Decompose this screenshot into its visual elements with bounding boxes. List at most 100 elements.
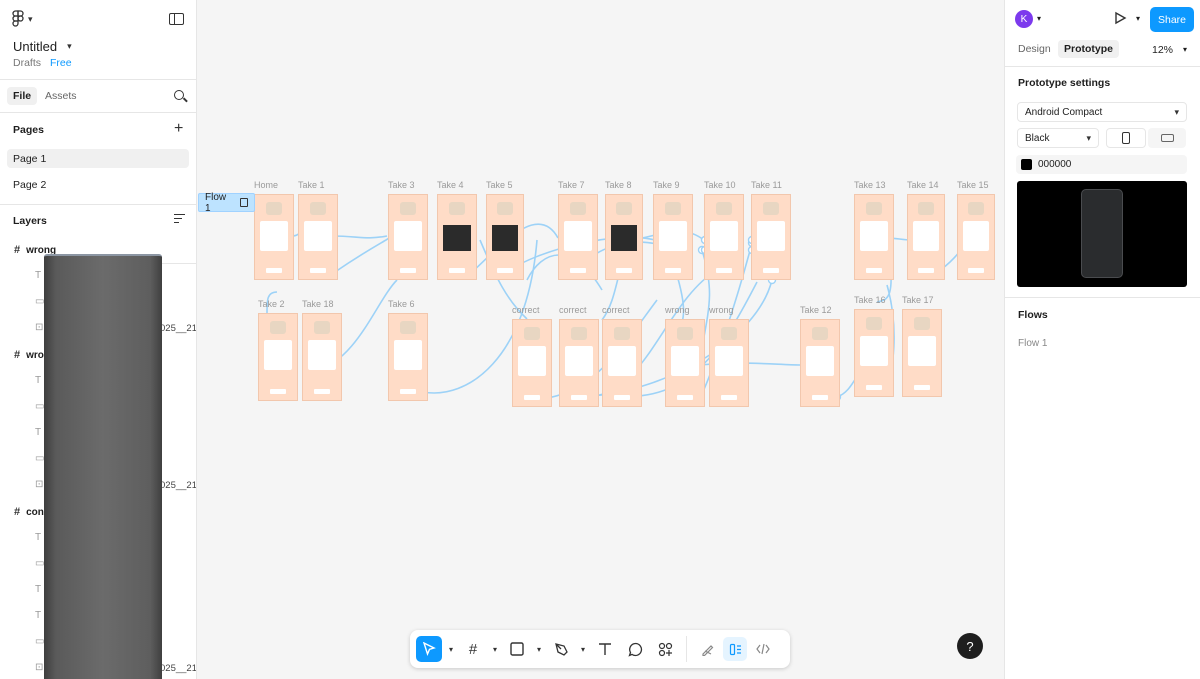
frame-label[interactable]: Take 3 (388, 180, 415, 190)
share-button[interactable]: Share (1150, 7, 1194, 32)
chevron-down-icon[interactable]: ▾ (446, 636, 456, 662)
connection-line[interactable] (334, 237, 390, 273)
frame-label[interactable]: Take 7 (558, 180, 585, 190)
tab-assets[interactable]: Assets (45, 90, 77, 102)
frame-label[interactable]: Take 15 (957, 180, 989, 190)
frame-label[interactable]: Take 1 (298, 180, 325, 190)
drafts-link[interactable]: Drafts (13, 57, 41, 69)
text-tool-button[interactable] (592, 636, 618, 662)
page-item-2[interactable]: Page 2 (7, 175, 189, 194)
frame-label[interactable]: Take 11 (751, 180, 782, 190)
layers-filter-icon[interactable] (174, 214, 185, 224)
canvas[interactable]: Home Take 1 Take 3 Take 4 Take 5 Take 7 Take 8… (197, 0, 1004, 679)
prototype-frame[interactable] (298, 194, 338, 280)
file-title[interactable]: Untitled ▾ (13, 39, 72, 54)
color-swatch[interactable] (1021, 159, 1032, 170)
layer-image-name[interactable]: 025__21. (160, 323, 196, 334)
comment-tool-button[interactable] (622, 636, 648, 662)
design-mode-button[interactable] (723, 637, 747, 661)
layer-image-name[interactable]: 025__21. (160, 663, 196, 674)
frame-label[interactable]: Take 12 (800, 305, 832, 315)
prototype-frame[interactable] (605, 194, 643, 280)
prototype-frame[interactable] (388, 194, 428, 280)
frame-label[interactable]: Take 10 (704, 180, 736, 190)
prototype-frame[interactable] (704, 194, 744, 280)
prototype-frame[interactable] (512, 319, 552, 407)
frame-label[interactable]: correct (602, 305, 630, 315)
shape-tool-button[interactable] (504, 636, 530, 662)
prototype-frame[interactable] (709, 319, 749, 407)
background-color-field[interactable]: 000000 (1016, 155, 1187, 174)
background-hex[interactable]: 000000 (1038, 159, 1071, 170)
prototype-frame[interactable] (437, 194, 477, 280)
flow-play-icon[interactable] (239, 198, 248, 207)
frame-label[interactable]: wrong (665, 305, 690, 315)
prototype-frame[interactable] (854, 309, 894, 397)
prototype-frame[interactable] (254, 194, 294, 280)
portrait-orientation-button[interactable] (1106, 128, 1146, 148)
chevron-down-icon[interactable]: ▾ (1136, 14, 1140, 23)
tab-design[interactable]: Design (1012, 40, 1057, 58)
layer-image-name[interactable]: 025__21. (160, 480, 196, 491)
chevron-down-icon[interactable]: ▾ (1037, 14, 1041, 23)
frame-label[interactable]: Take 6 (388, 299, 415, 309)
frame-label[interactable]: Take 18 (302, 299, 334, 309)
prototype-frame[interactable] (486, 194, 524, 280)
frame-label[interactable]: Take 4 (437, 180, 464, 190)
plan-badge[interactable]: Free (50, 57, 72, 69)
search-icon[interactable] (174, 90, 184, 100)
chevron-down-icon[interactable]: ▾ (578, 636, 588, 662)
frame-tool-button[interactable]: # (460, 636, 486, 662)
prototype-frame[interactable] (388, 313, 428, 401)
prototype-frame[interactable] (665, 319, 705, 407)
avatar[interactable]: K (1015, 10, 1033, 28)
device-select[interactable]: Android Compact ▾ (1017, 102, 1187, 122)
layer-frame-correct[interactable]: # con (14, 506, 44, 518)
frame-label[interactable]: Take 14 (907, 180, 939, 190)
device-color-select[interactable]: Black ▾ (1017, 128, 1099, 148)
frame-label[interactable]: correct (559, 305, 587, 315)
prototype-frame[interactable] (751, 194, 791, 280)
flow-item[interactable]: Flow 1 (1018, 338, 1047, 349)
sidebar-toggle-icon[interactable] (169, 13, 184, 25)
page-item-1[interactable]: Page 1 (7, 149, 189, 168)
connection-line[interactable] (332, 235, 388, 239)
draw-mode-button[interactable] (695, 637, 719, 661)
pen-tool-button[interactable] (548, 636, 574, 662)
prototype-frame[interactable] (907, 194, 945, 280)
prototype-frame[interactable] (559, 319, 599, 407)
prototype-frame[interactable] (302, 313, 342, 401)
landscape-orientation-button[interactable] (1148, 128, 1186, 148)
frame-label[interactable]: Take 9 (653, 180, 680, 190)
frame-label[interactable]: Take 17 (902, 295, 934, 305)
actions-tool-button[interactable] (652, 636, 678, 662)
frame-label[interactable]: Take 2 (258, 299, 285, 309)
prototype-frame[interactable] (854, 194, 894, 280)
dev-mode-button[interactable] (751, 637, 775, 661)
help-button[interactable]: ? (957, 633, 983, 659)
flow-starting-point[interactable]: Flow 1 (198, 192, 255, 214)
prototype-frame[interactable] (957, 194, 995, 280)
zoom-level[interactable]: 12% (1152, 44, 1173, 56)
frame-label[interactable]: Take 16 (854, 295, 886, 305)
add-page-icon[interactable]: + (174, 121, 183, 137)
prototype-frame[interactable] (558, 194, 598, 280)
tab-file[interactable]: File (7, 87, 38, 105)
frame-label[interactable]: Take 5 (486, 180, 513, 190)
present-play-icon[interactable] (1113, 11, 1127, 25)
frame-label[interactable]: Home (254, 180, 278, 190)
prototype-frame[interactable] (902, 309, 942, 397)
prototype-frame[interactable] (602, 319, 642, 407)
prototype-frame[interactable] (800, 319, 840, 407)
move-tool-button[interactable] (416, 636, 442, 662)
prototype-frame[interactable] (653, 194, 693, 280)
chevron-down-icon[interactable]: ▾ (534, 636, 544, 662)
main-menu-button[interactable]: ▾ (12, 10, 33, 28)
tab-prototype[interactable]: Prototype (1058, 40, 1120, 58)
prototype-frame[interactable] (258, 313, 298, 401)
frame-label[interactable]: Take 13 (854, 180, 886, 190)
frame-label[interactable]: Take 8 (605, 180, 632, 190)
frame-label[interactable]: wrong (709, 305, 734, 315)
chevron-down-icon[interactable]: ▾ (1183, 45, 1187, 54)
frame-label[interactable]: correct (512, 305, 540, 315)
